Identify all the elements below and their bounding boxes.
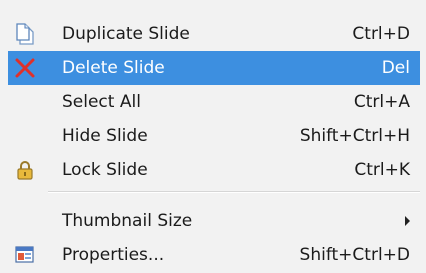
menu-item-delete-slide[interactable]: Delete Slide Del (8, 51, 420, 85)
properties-icon (8, 238, 42, 272)
delete-x-icon (8, 51, 42, 85)
menu-item-shortcut: Shift+Ctrl+H (299, 126, 410, 146)
lock-icon (8, 153, 42, 187)
menu-item-shortcut: Del (381, 58, 410, 78)
menu-item-label: Delete Slide (62, 58, 165, 78)
menu-item-select-all[interactable]: Select All Ctrl+A (8, 85, 420, 119)
menu-item-label: Lock Slide (62, 160, 148, 180)
menu-item-hide-slide[interactable]: Hide Slide Shift+Ctrl+H (8, 119, 420, 153)
menu-item-label: Select All (62, 92, 141, 112)
menu-item-label: Thumbnail Size (62, 211, 193, 231)
menu-item-label: Hide Slide (62, 126, 148, 146)
menu-item-shortcut: Ctrl+A (353, 92, 410, 112)
menu-item-duplicate-slide[interactable]: Duplicate Slide Ctrl+D (8, 17, 420, 51)
menu-item-label: Duplicate Slide (62, 24, 190, 44)
menu-item-shortcut: Ctrl+K (354, 160, 410, 180)
menu-item-shortcut: Shift+Ctrl+D (299, 245, 410, 265)
context-menu: Duplicate Slide Ctrl+D Delete Slide Del … (0, 0, 426, 273)
menu-separator (48, 191, 420, 193)
menu-item-lock-slide[interactable]: Lock Slide Ctrl+K (8, 153, 420, 187)
menu-item-label: Properties... (62, 245, 165, 265)
submenu-arrow-icon (405, 216, 410, 226)
menu-item-shortcut: Ctrl+D (352, 24, 410, 44)
duplicate-slide-icon (8, 17, 42, 51)
menu-item-properties[interactable]: Properties... Shift+Ctrl+D (8, 238, 420, 272)
menu-item-thumbnail-size[interactable]: Thumbnail Size (8, 204, 420, 238)
